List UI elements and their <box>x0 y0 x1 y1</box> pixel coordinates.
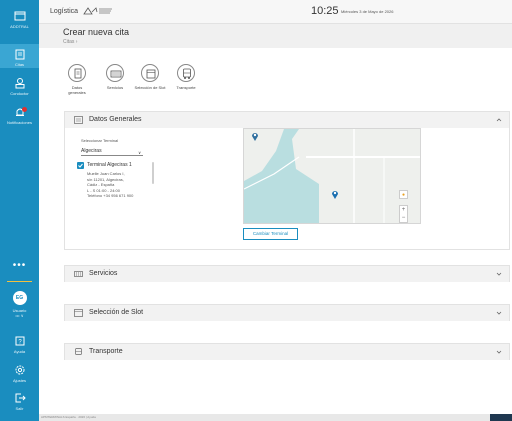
sidebar-item-ayuda[interactable]: ? Ayuda <box>0 335 39 354</box>
step-transporte[interactable]: Transporte <box>174 64 198 90</box>
sidebar-item-label: Ayuda <box>13 349 26 354</box>
container-icon <box>106 64 124 82</box>
phone-line: Teléfono +34 956 671 900 <box>87 193 134 198</box>
top-bar: Logística 10:25 Miércoles 3 de Mayo de 2… <box>39 0 512 24</box>
container-icon <box>74 271 83 277</box>
sidebar-item-label: Citas <box>14 62 25 67</box>
sidebar-item-conductor[interactable]: Conductor <box>0 77 39 96</box>
notification-badge <box>22 107 27 112</box>
street-view-icon[interactable]: ● <box>399 190 408 199</box>
user-menu[interactable]: EG Usuario ••• ∨ <box>0 291 39 318</box>
sidebar-item-notificaciones[interactable]: Notificaciones <box>0 106 39 125</box>
calendar-slot-icon <box>74 309 83 317</box>
panel-header-servicios[interactable]: Servicios <box>65 266 509 282</box>
panel-header-datos-generales[interactable]: Datos Generales <box>65 112 509 128</box>
terminal-checkbox[interactable] <box>77 162 84 169</box>
sidebar-item-label: Conductor <box>10 91 29 96</box>
panel-servicios: Servicios <box>64 265 510 282</box>
page-header: Crear nueva cita Citas › <box>39 24 512 48</box>
datos-generales-body: Seleccionar Terminal Algeciras ∨ Termina… <box>65 128 509 250</box>
footer: APMTERMINALS España · 2026 | Ayuda <box>39 414 512 421</box>
panel-header-seleccion-slot[interactable]: Selección de Slot <box>65 305 509 321</box>
calendar-icon <box>15 49 24 60</box>
step-label: Selección de Slot <box>134 85 166 90</box>
breadcrumb[interactable]: Citas › <box>63 39 77 45</box>
avatar: EG <box>12 291 27 305</box>
app-name: Logística <box>50 8 79 15</box>
chevron-down-icon[interactable] <box>496 349 502 355</box>
more-menu-button[interactable]: ••• <box>0 261 39 271</box>
sidebar-item-label: ADDTRAL <box>10 24 29 29</box>
terminal-name: Terminal Algeciras 1 <box>87 162 132 168</box>
change-terminal-button[interactable]: Cambiar Terminal <box>243 228 298 240</box>
terminal-select[interactable]: Algeciras ∨ <box>81 147 143 156</box>
chevron-down-icon[interactable] <box>496 310 502 316</box>
panel-seleccion-slot: Selección de Slot <box>64 304 510 321</box>
map-canvas <box>244 129 420 223</box>
panel-title: Datos Generales <box>89 116 142 123</box>
panel-title: Servicios <box>89 270 118 277</box>
panel-title: Selección de Slot <box>89 309 144 316</box>
step-label: Servicios <box>106 85 124 90</box>
map-pin-icon[interactable] <box>251 131 259 142</box>
zoom-out-icon[interactable]: − <box>400 214 407 222</box>
document-icon <box>68 64 86 82</box>
window-icon <box>14 11 25 21</box>
terminal-select-value: Algeciras <box>81 148 102 154</box>
page-title: Crear nueva cita <box>63 27 130 37</box>
terminal-label: Seleccionar Terminal <box>81 138 119 143</box>
panel-header-transporte[interactable]: Transporte <box>65 344 509 360</box>
footer-text: APMTERMINALS España · 2026 | Ayuda <box>41 415 96 419</box>
zoom-control[interactable]: + − <box>399 205 408 223</box>
help-icon: ? <box>15 336 24 346</box>
step-servicios[interactable]: Servicios <box>102 64 128 90</box>
logout-icon <box>15 393 26 403</box>
step-seleccion-slot[interactable]: Selección de Slot <box>130 64 170 90</box>
sidebar: ADDTRAL Citas Conductor Notificaciones •… <box>0 0 39 421</box>
sidebar-item-label: Ajustes <box>12 378 27 383</box>
clock: 10:25 <box>311 5 339 17</box>
terminal-list-scrollbar[interactable] <box>152 162 154 184</box>
truck-icon <box>177 64 195 82</box>
chevron-up-icon[interactable] <box>496 117 502 123</box>
gear-icon <box>15 365 24 375</box>
sidebar-item-label: Salir <box>15 406 24 411</box>
date-text: Miércoles 3 de Mayo de 2026 <box>341 9 394 14</box>
checkmark-icon <box>78 163 83 168</box>
driver-icon <box>15 78 24 89</box>
panel-datos-generales: Datos Generales Seleccionar Terminal Alg… <box>64 111 510 250</box>
step-label: Datos generales <box>68 85 86 95</box>
zoom-in-icon[interactable]: + <box>400 206 407 214</box>
sidebar-item-ajustes[interactable]: Ajustes <box>0 364 39 383</box>
truck-icon <box>75 348 82 355</box>
sidebar-divider <box>7 281 32 282</box>
step-datos-generales[interactable]: Datos generales <box>64 64 90 95</box>
terminal-address: Muelle Juan Carlos I, s/n 11201, Algecir… <box>87 171 133 199</box>
footer-corner <box>490 414 512 421</box>
user-sub: ••• ∨ <box>15 313 24 318</box>
panel-title: Transporte <box>89 348 123 355</box>
chevron-down-icon: ∨ <box>138 150 141 155</box>
panel-transporte: Transporte <box>64 343 510 360</box>
step-label: Transporte <box>176 85 196 90</box>
map-pin-icon[interactable] <box>331 189 339 200</box>
sidebar-item-addtral[interactable]: ADDTRAL <box>0 10 39 29</box>
sidebar-item-salir[interactable]: Salir <box>0 392 39 411</box>
calendar-slot-icon <box>141 64 159 82</box>
sidebar-item-label: Notificaciones <box>7 120 32 125</box>
document-icon <box>74 116 83 124</box>
chevron-down-icon[interactable] <box>496 271 502 277</box>
terminal-map[interactable]: ● + − <box>243 128 421 224</box>
sidebar-item-citas[interactable]: Citas <box>0 44 39 68</box>
brand-logo <box>83 7 112 15</box>
